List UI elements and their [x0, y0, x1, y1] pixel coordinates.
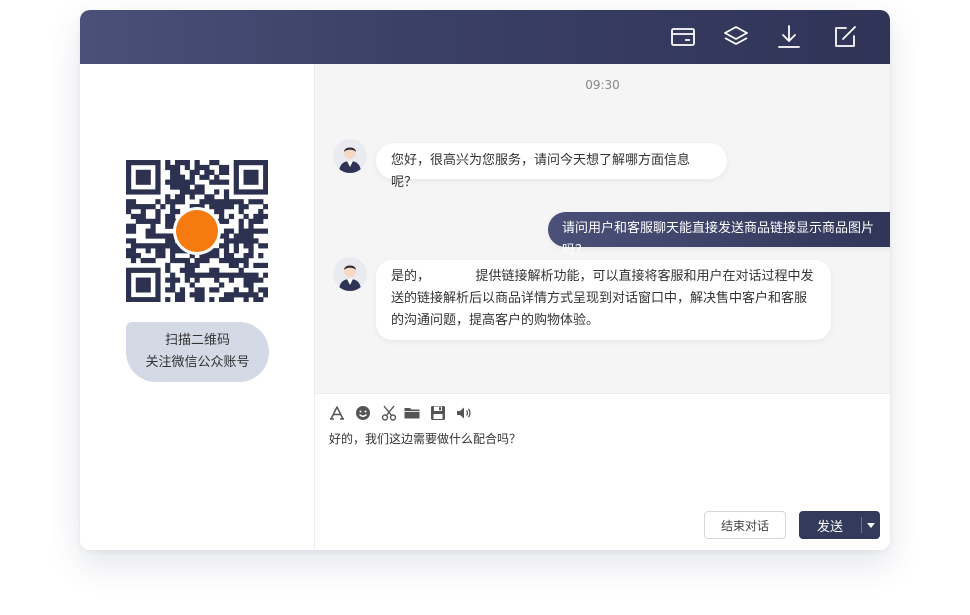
- qr-code: [126, 160, 268, 302]
- layers-icon[interactable]: [723, 24, 749, 50]
- agent-avatar: [333, 139, 367, 173]
- scissors-icon[interactable]: [380, 404, 398, 422]
- download-icon[interactable]: [776, 24, 802, 50]
- user-message: 请问用户和客服聊天能直接发送商品链接显示商品图片吗？: [548, 212, 890, 258]
- timestamp: 09:30: [585, 78, 620, 92]
- end-chat-button[interactable]: 结束对话: [704, 511, 786, 539]
- input-area: 好的，我们这边需要做什么配合吗？ 结束对话 发送: [315, 393, 890, 550]
- end-chat-label: 结束对话: [720, 518, 769, 533]
- send-label: 发送: [816, 519, 843, 535]
- message-text: 您好，很高兴为您服务，请问今天想了解哪方面信息呢？: [391, 153, 691, 190]
- titlebar: [80, 10, 890, 64]
- edit-icon[interactable]: [832, 24, 858, 50]
- chat-window: 扫描二维码 关注微信公众账号 09:30 您好，很高兴为您服务，请问今天想了解哪…: [80, 10, 890, 550]
- qr-caption: 扫描二维码 关注微信公众账号: [126, 322, 269, 382]
- message-input[interactable]: 好的，我们这边需要做什么配合吗？: [329, 430, 869, 490]
- chat-messages: 09:30 您好，很高兴为您服务，请问今天想了解哪方面信息呢？ 请问用户和客服聊…: [315, 64, 890, 393]
- save-icon[interactable]: [429, 404, 447, 422]
- qr-caption-line2: 关注微信公众账号: [145, 355, 250, 370]
- send-button[interactable]: 发送: [799, 511, 880, 539]
- card-icon[interactable]: [670, 24, 696, 50]
- agent-avatar: [333, 257, 367, 291]
- message-text: 请问用户和客服聊天能直接发送商品链接显示商品图片吗？: [562, 221, 875, 258]
- folder-icon[interactable]: [403, 404, 421, 422]
- qr-caption-line1: 扫描二维码: [164, 333, 230, 348]
- send-options-dropdown[interactable]: [862, 511, 880, 539]
- font-icon[interactable]: [328, 404, 346, 422]
- message-text-line2: 送的链接解析后以商品详情方式呈现到对话窗口中，解决售中客户和客服: [391, 291, 808, 306]
- emoji-icon[interactable]: [354, 404, 372, 422]
- message-text-line3: 的沟通问题，提高客户的购物体验。: [391, 313, 600, 328]
- left-panel: 扫描二维码 关注微信公众账号: [80, 64, 315, 550]
- agent-message-1: 您好，很高兴为您服务，请问今天想了解哪方面信息呢？: [376, 143, 727, 190]
- volume-icon[interactable]: [455, 404, 473, 422]
- agent-message-2: 是的， 提供链接解析功能，可以直接将客服和用户在对话过程中发 送的链接解析后以商…: [376, 260, 831, 340]
- message-text-line1: 是的， 提供链接解析功能，可以直接将客服和用户在对话过程中发: [391, 269, 814, 284]
- chevron-down-icon: [867, 522, 875, 528]
